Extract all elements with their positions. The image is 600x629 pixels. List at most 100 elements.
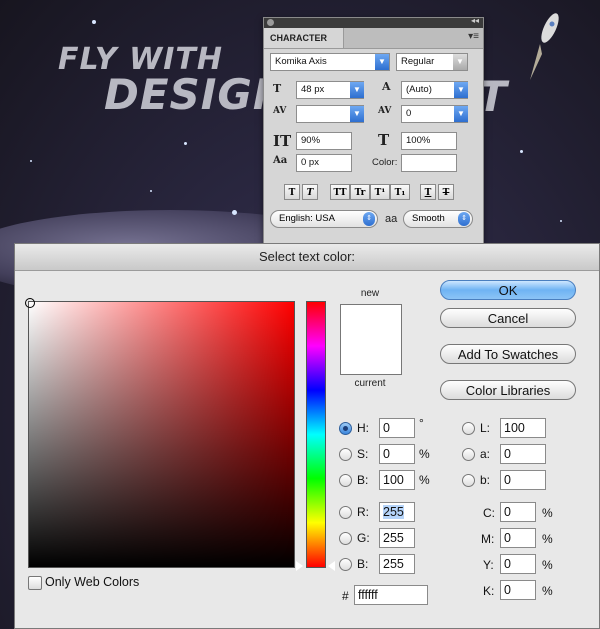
subscript-button[interactable]: T₁ <box>390 184 410 200</box>
underline-label: T <box>424 188 432 198</box>
ok-button[interactable]: OK <box>440 280 576 300</box>
radio-a-channel[interactable] <box>462 448 475 461</box>
color-field[interactable] <box>25 298 295 568</box>
hue-label: H: <box>357 421 369 435</box>
radio-lightness[interactable] <box>462 422 475 435</box>
saturation-value: 0 <box>383 447 390 461</box>
faux-bold-button[interactable]: T <box>284 184 300 200</box>
radio-blue[interactable] <box>339 558 352 571</box>
font-size-icon: T <box>273 82 282 95</box>
small-caps-button[interactable]: Tr <box>350 184 370 200</box>
radio-green[interactable] <box>339 532 352 545</box>
radio-b-channel[interactable] <box>462 474 475 487</box>
font-style-value: Regular <box>401 56 435 67</box>
chevron-down-icon[interactable]: ▼ <box>454 106 468 122</box>
hue-field[interactable]: 0 <box>379 418 415 438</box>
current-color-swatch[interactable] <box>340 339 402 375</box>
faux-italic-label: T <box>306 188 314 198</box>
collapse-icon[interactable]: ◂◂ <box>471 16 479 25</box>
chevron-down-icon[interactable]: ▼ <box>350 106 364 122</box>
lightness-value: 100 <box>504 421 525 435</box>
a-channel-field[interactable]: 0 <box>500 444 546 464</box>
tab-character[interactable]: CHARACTER <box>264 28 344 48</box>
brightness-label: B: <box>357 473 369 487</box>
hex-label: # <box>342 589 349 603</box>
chevron-down-icon[interactable]: ▼ <box>453 54 467 70</box>
cyan-label: C: <box>483 506 495 520</box>
new-label: new <box>360 288 380 299</box>
antialias-dropdown[interactable]: Smooth ⇕ <box>403 210 473 228</box>
baseline-shift-icon: Aa <box>273 155 288 166</box>
add-to-swatches-button[interactable]: Add To Swatches <box>440 344 576 364</box>
color-swatch[interactable] <box>401 154 457 172</box>
radio-hue[interactable] <box>339 422 352 435</box>
baseline-shift-field[interactable]: 0 px <box>296 154 352 172</box>
cyan-value: 0 <box>504 505 511 519</box>
chevron-updown-icon: ⇕ <box>458 212 470 226</box>
cyan-field[interactable]: 0 <box>500 502 536 522</box>
language-dropdown[interactable]: English: USA ⇕ <box>270 210 378 228</box>
chevron-down-icon[interactable]: ▼ <box>350 82 364 98</box>
font-family-value: Komika Axis <box>275 56 327 67</box>
hue-slider-right-arrow[interactable] <box>328 561 335 571</box>
hue-unit: ° <box>419 416 424 430</box>
radio-saturation[interactable] <box>339 448 352 461</box>
subscript-label: T₁ <box>394 188 406 198</box>
leading-value: (Auto) <box>406 84 432 95</box>
saturation-unit: % <box>419 447 430 461</box>
lightness-field[interactable]: 100 <box>500 418 546 438</box>
yellow-field[interactable]: 0 <box>500 554 536 574</box>
font-size-value: 48 px <box>301 84 325 95</box>
only-web-colors-label[interactable]: Only Web Colors <box>45 575 139 589</box>
hex-value: ffffff <box>358 588 378 602</box>
radio-red[interactable] <box>339 506 352 519</box>
language-value: English: USA <box>279 213 335 224</box>
red-field[interactable]: 255 <box>379 502 415 522</box>
cyan-unit: % <box>542 506 553 520</box>
horizontal-scale-field[interactable]: 100% <box>401 132 457 150</box>
chevron-down-icon[interactable]: ▼ <box>454 82 468 98</box>
cancel-button[interactable]: Cancel <box>440 308 576 328</box>
a-channel-label: a: <box>480 447 491 461</box>
red-label: R: <box>357 505 369 519</box>
color-picker-dialog: Select text color: new current OK Cancel… <box>14 243 600 629</box>
hue-value: 0 <box>383 421 390 435</box>
yellow-unit: % <box>542 558 553 572</box>
hue-slider[interactable] <box>306 301 326 568</box>
color-field-marker[interactable] <box>25 298 35 308</box>
brightness-field[interactable]: 100 <box>379 470 415 490</box>
vertical-scale-field[interactable]: 90% <box>296 132 352 150</box>
panel-menu-icon[interactable]: ▾≡ <box>468 31 479 42</box>
chevron-updown-icon: ⇕ <box>363 212 375 226</box>
faux-italic-button[interactable]: T <box>302 184 318 200</box>
black-value: 0 <box>504 583 511 597</box>
close-icon[interactable] <box>267 19 274 26</box>
magenta-unit: % <box>542 532 553 546</box>
antialias-value: Smooth <box>412 213 445 224</box>
radio-brightness[interactable] <box>339 474 352 487</box>
saturation-field[interactable]: 0 <box>379 444 415 464</box>
hex-field[interactable]: ffffff <box>354 585 428 605</box>
lightness-label: L: <box>480 421 491 435</box>
red-value: 255 <box>383 505 404 519</box>
dialog-title: Select text color: <box>15 244 599 271</box>
saturation-label: S: <box>357 447 369 461</box>
b-channel-field[interactable]: 0 <box>500 470 546 490</box>
chevron-down-icon[interactable]: ▼ <box>375 54 389 70</box>
superscript-button[interactable]: T¹ <box>370 184 390 200</box>
hue-slider-left-arrow[interactable] <box>296 561 303 571</box>
character-panel: ◂◂ CHARACTER ▾≡ Komika Axis ▼ Regular ▼ … <box>263 16 484 245</box>
color-libraries-button[interactable]: Color Libraries <box>440 380 576 400</box>
font-family-dropdown[interactable]: Komika Axis <box>270 53 390 71</box>
green-field[interactable]: 255 <box>379 528 415 548</box>
black-field[interactable]: 0 <box>500 580 536 600</box>
new-color-swatch <box>340 304 402 340</box>
color-label: Color: <box>372 157 398 168</box>
underline-button[interactable]: T <box>420 184 436 200</box>
strikethrough-button[interactable]: T <box>438 184 454 200</box>
panel-titlebar[interactable]: ◂◂ <box>264 16 483 28</box>
magenta-field[interactable]: 0 <box>500 528 536 548</box>
all-caps-button[interactable]: TT <box>330 184 350 200</box>
only-web-colors-checkbox[interactable] <box>28 576 42 590</box>
blue-field[interactable]: 255 <box>379 554 415 574</box>
